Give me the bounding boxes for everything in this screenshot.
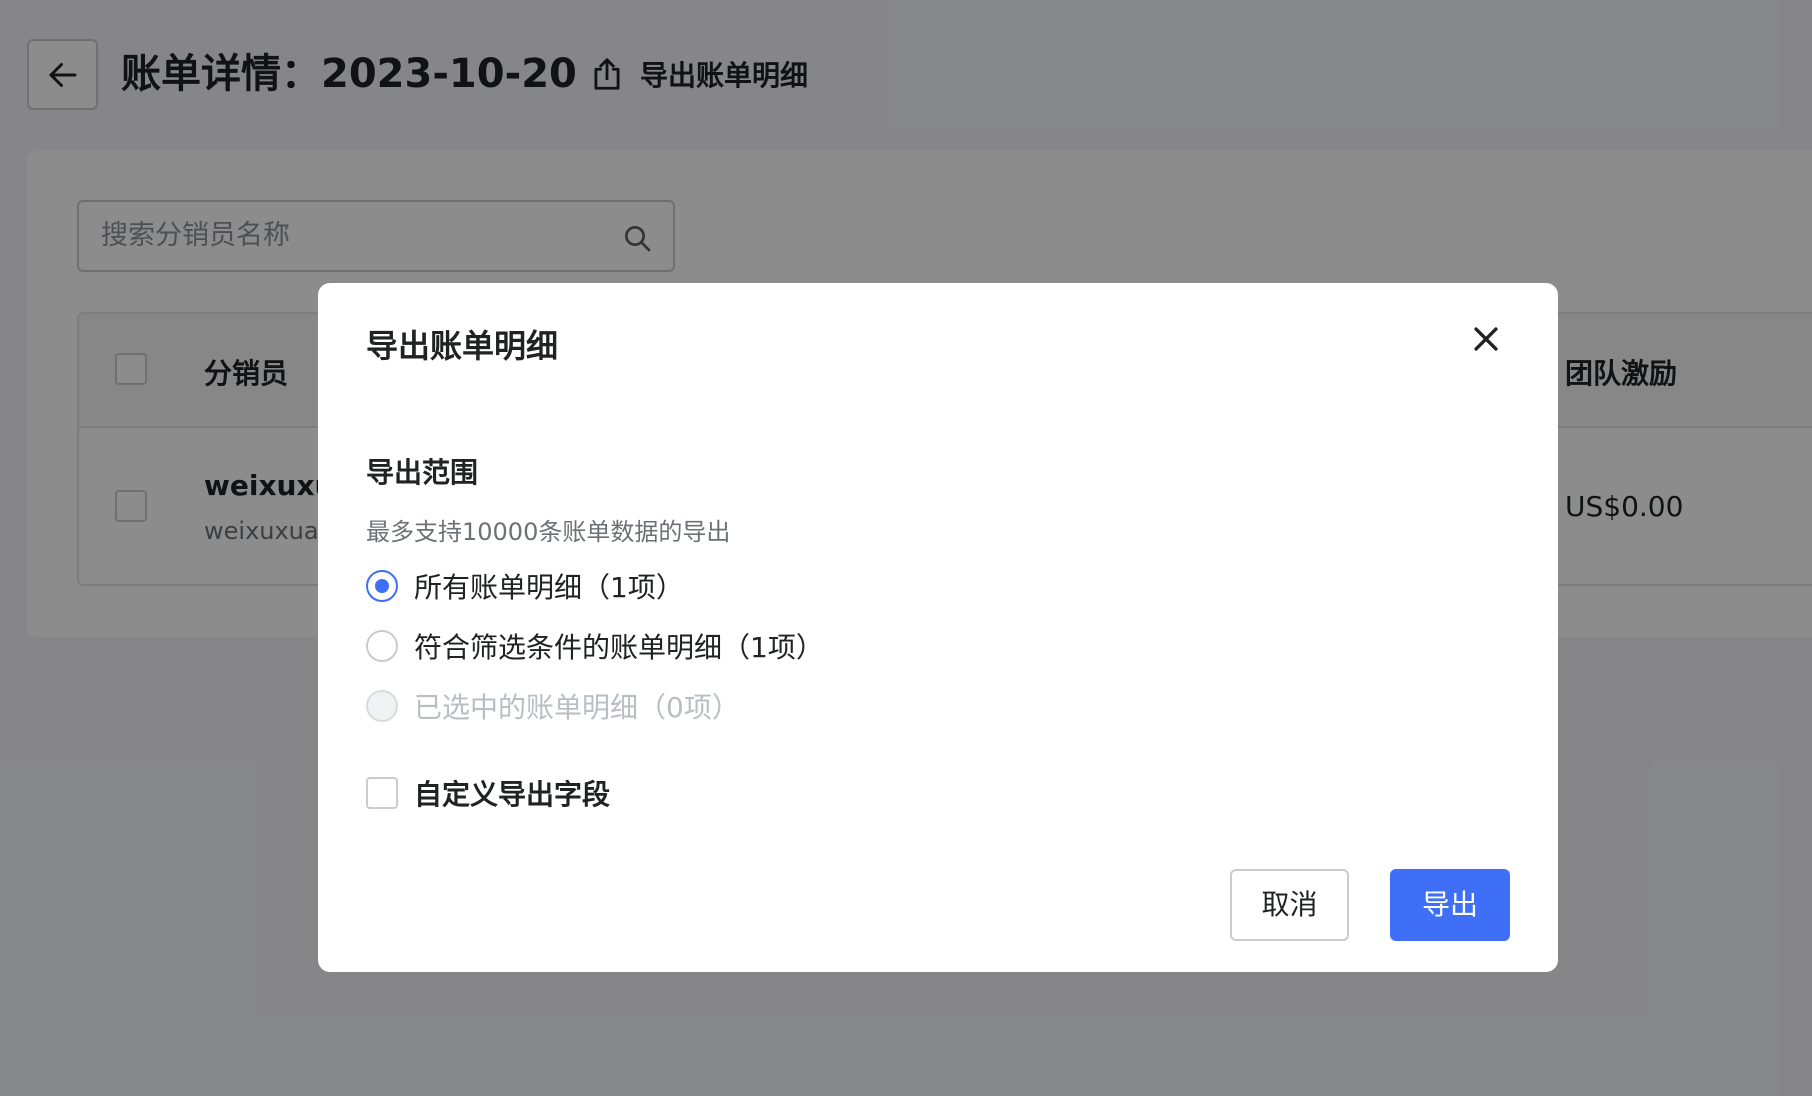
custom-fields-label: 自定义导出字段 bbox=[414, 778, 611, 811]
close-button[interactable] bbox=[1466, 319, 1506, 359]
cancel-button[interactable]: 取消 bbox=[1230, 869, 1349, 941]
dialog-title: 导出账单明细 bbox=[366, 327, 559, 365]
radio-button[interactable] bbox=[366, 630, 398, 662]
custom-fields-checkbox[interactable] bbox=[366, 777, 398, 809]
option-label: 所有账单明细（1项） bbox=[414, 571, 684, 604]
option-selected-bills: 已选中的账单明细（0项） bbox=[366, 686, 740, 726]
bill-detail-page: 账单详情：2023-10-20 导出账单明细 搜索分销员名称 分销员 团队激励 … bbox=[0, 0, 1812, 1096]
radio-button-disabled bbox=[366, 690, 398, 722]
close-icon bbox=[1474, 327, 1498, 351]
option-all-bills[interactable]: 所有账单明细（1项） bbox=[366, 566, 684, 606]
export-range-title: 导出范围 bbox=[366, 456, 479, 489]
radio-button[interactable] bbox=[366, 570, 398, 602]
export-dialog: 导出账单明细 导出范围 最多支持10000条账单数据的导出 所有账单明细（1项）… bbox=[318, 283, 1558, 972]
export-range-hint: 最多支持10000条账单数据的导出 bbox=[366, 518, 731, 546]
option-label: 已选中的账单明细（0项） bbox=[414, 691, 740, 724]
custom-fields-option[interactable]: 自定义导出字段 bbox=[366, 773, 610, 813]
option-filtered-bills[interactable]: 符合筛选条件的账单明细（1项） bbox=[366, 626, 824, 666]
option-label: 符合筛选条件的账单明细（1项） bbox=[414, 631, 824, 664]
export-button[interactable]: 导出 bbox=[1390, 869, 1510, 941]
